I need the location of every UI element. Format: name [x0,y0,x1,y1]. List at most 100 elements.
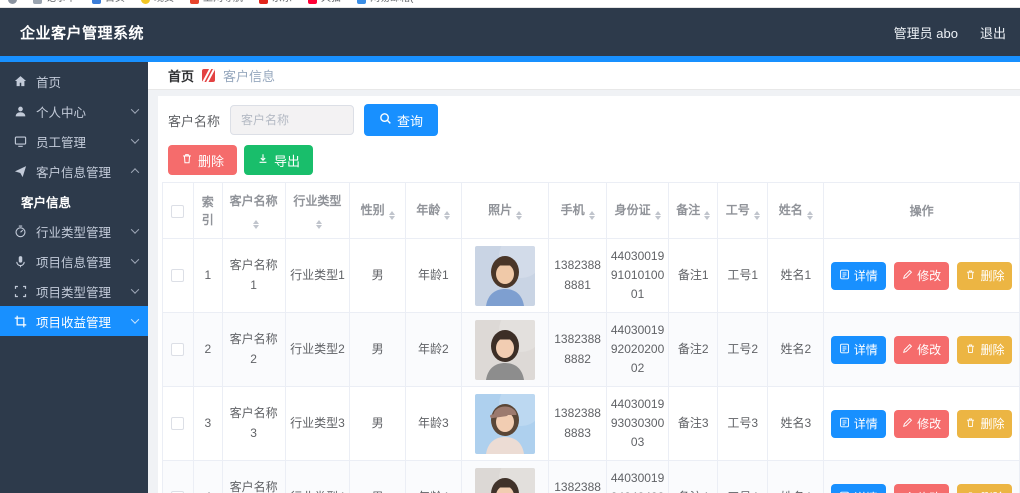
cell-real-name: 姓名2 [768,313,824,387]
customer-name-input[interactable] [230,105,354,135]
sidebar-item-5[interactable]: 项目信息管理 [0,246,148,276]
bookmark-item[interactable]: 现货 [141,0,174,7]
cell-remark: 备注1 [669,239,718,313]
cell-name: 客户名称4 [222,461,285,493]
cell-remark: 备注4 [669,461,718,493]
row-delete-button[interactable]: 删除 [957,484,1012,493]
cell-index: 4 [193,461,222,493]
edit-button[interactable]: 修改 [894,484,949,493]
detail-button[interactable]: 详情 [831,410,886,438]
sidebar-item-7[interactable]: 项目收益管理 [0,306,148,336]
edit-button[interactable]: 修改 [894,336,949,364]
cell-real-name: 姓名4 [768,461,824,493]
content-card: 客户名称 查询 删除 导出 索引客户名称行业类型性别年 [158,96,1020,493]
cell-index: 3 [193,387,222,461]
chevron-down-icon [131,315,139,323]
sidebar-item-4[interactable]: 行业类型管理 [0,216,148,246]
column-header-industry[interactable]: 行业类型 [285,183,350,239]
sidebar-item-label: 客户信息管理 [36,162,123,181]
cell-photo [461,461,549,493]
cell-age: 年龄1 [405,239,461,313]
bookmark-label: 首页 [105,0,125,7]
column-header-id_card[interactable]: 身份证 [606,183,669,239]
row-checkbox[interactable] [171,343,184,356]
bookmark-item[interactable]: 首页 [92,0,125,7]
sidebar-item-6[interactable]: 项目类型管理 [0,276,148,306]
select-all-checkbox[interactable] [171,205,184,218]
row-delete-button[interactable]: 删除 [957,262,1012,290]
row-delete-button[interactable]: 删除 [957,336,1012,364]
sidebar-item-label: 项目收益管理 [36,312,123,331]
table-row: 3 客户名称3 行业类型3 男 年龄3 13823888883 44030019… [163,387,1020,461]
column-header-real_name[interactable]: 姓名 [768,183,824,239]
cell-photo [461,313,549,387]
sidebar-item-1[interactable]: 个人中心 [0,96,148,126]
logout-button[interactable]: 退出 [980,23,1006,42]
sort-carets-icon [807,211,813,220]
edit-button[interactable]: 修改 [894,410,949,438]
edit-button[interactable]: 修改 [894,262,949,290]
column-header-phone[interactable]: 手机 [549,183,606,239]
cell-industry: 行业类型2 [285,313,350,387]
cell-job-no: 工号2 [718,313,768,387]
sidebar-item-2[interactable]: 员工管理 [0,126,148,156]
row-checkbox[interactable] [171,269,184,282]
cell-phone: 13823888881 [549,239,606,313]
bookmark-favicon [33,0,42,4]
detail-icon [839,417,850,431]
app-title: 企业客户管理系统 [20,22,144,43]
export-button[interactable]: 导出 [244,145,313,175]
bookmark-item[interactable]: 网易邮箱( [357,0,413,7]
cell-remark: 备注2 [669,313,718,387]
sort-carets-icon [516,211,522,220]
sidebar-item-0[interactable]: 首页 [0,66,148,96]
bookmark-item[interactable]: 记事本 [33,0,76,7]
sort-carets-icon [253,220,259,229]
select-all-header[interactable] [163,183,194,239]
chevron-down-icon [131,135,139,143]
app-header: 企业客户管理系统 管理员 abo 退出 [0,8,1020,56]
row-checkbox[interactable] [171,417,184,430]
sidebar-item-3[interactable]: 客户信息管理 [0,156,148,186]
sort-carets-icon [316,220,322,229]
cell-actions: 详情 修改 删除 [824,313,1020,387]
bookmark-item[interactable]: 京东 [259,0,292,7]
chevron-down-icon [131,255,139,263]
detail-button[interactable]: 详情 [831,262,886,290]
delete-selected-button[interactable]: 删除 [168,145,237,175]
cell-name: 客户名称3 [222,387,285,461]
column-header-index: 索引 [193,183,222,239]
bookmark-item[interactable]: 上网导航 [190,0,243,7]
query-button[interactable]: 查询 [364,104,438,136]
bookmark-label: 京东 [272,0,292,7]
column-header-photo[interactable]: 照片 [461,183,549,239]
breadcrumb: 首页 客户信息 [148,62,1020,90]
sort-carets-icon [389,211,395,220]
row-select-cell [163,461,194,493]
detail-button[interactable]: 详情 [831,484,886,493]
customer-photo [475,394,535,454]
cell-industry: 行业类型4 [285,461,350,493]
column-header-gender[interactable]: 性别 [350,183,406,239]
detail-button[interactable]: 详情 [831,336,886,364]
column-header-name[interactable]: 客户名称 [222,183,285,239]
sidebar-subitem[interactable]: 客户信息 [0,186,148,216]
row-delete-button[interactable]: 删除 [957,410,1012,438]
browser-icon[interactable] [8,0,17,4]
cell-name: 客户名称2 [222,313,285,387]
pencil-icon [902,269,913,283]
mic-icon [13,254,27,268]
sidebar-nav: 首页 个人中心 员工管理 客户信息管理客户信息 行业类型管理 项目信息管理 项目… [0,62,148,493]
sidebar-item-label: 项目信息管理 [36,252,123,271]
cell-age: 年龄4 [405,461,461,493]
breadcrumb-home-link[interactable]: 首页 [168,66,194,85]
column-header-job_no[interactable]: 工号 [718,183,768,239]
crop-icon [13,314,27,328]
cell-industry: 行业类型3 [285,387,350,461]
home-icon [13,74,27,88]
customer-photo [475,246,535,306]
column-header-remark[interactable]: 备注 [669,183,718,239]
timer-icon [13,224,27,238]
bookmark-item[interactable]: 天猫 [308,0,341,7]
column-header-age[interactable]: 年龄 [405,183,461,239]
